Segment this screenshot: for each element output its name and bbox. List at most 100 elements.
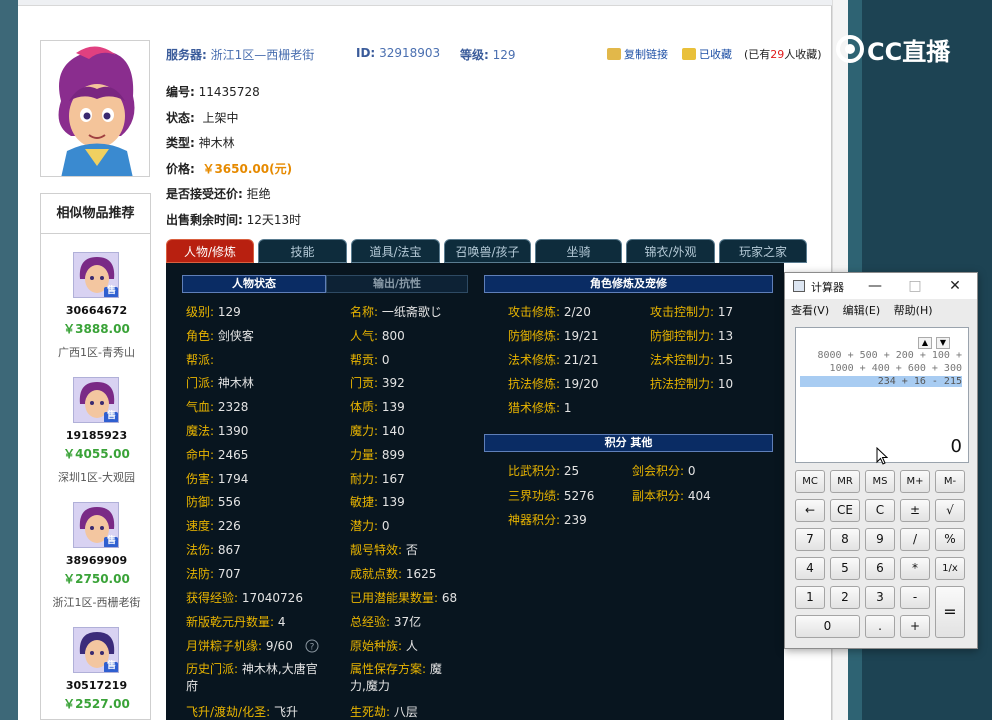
sell-badge: 售 — [106, 661, 116, 671]
calc-key[interactable]: 9 — [865, 528, 895, 551]
cultivation_left-label: 攻击修炼: — [508, 305, 561, 319]
calculator-titlebar[interactable]: 计算器 — □ ✕ — [785, 273, 977, 299]
stats-mid-label: 总经验: — [350, 615, 391, 629]
section-char-state[interactable]: 人物状态 — [182, 275, 326, 293]
calc-key[interactable]: ← — [795, 499, 825, 522]
minimize-button[interactable]: — — [865, 277, 885, 295]
tab-character[interactable]: 人物/修炼 — [166, 239, 254, 263]
stats-left-label: 新版乾元丹数量: — [186, 615, 275, 629]
maximize-button[interactable]: □ — [905, 277, 925, 295]
calc-key[interactable]: 4 — [795, 557, 825, 580]
calc-key[interactable]: . — [865, 615, 895, 638]
calc-key[interactable]: = — [935, 586, 965, 638]
cc-logo-icon — [835, 34, 865, 74]
id-value: 32918903 — [379, 46, 441, 60]
item-thumbnail[interactable]: 售 — [73, 502, 119, 548]
scroll-down-icon[interactable]: ▼ — [936, 337, 950, 349]
item-id[interactable]: 38969909 — [41, 554, 152, 567]
calc-key[interactable]: 6 — [865, 557, 895, 580]
calc-key[interactable]: + — [900, 615, 930, 638]
calc-key[interactable]: 2 — [830, 586, 860, 609]
history-line-3[interactable]: 234 + 16 - 215 — [800, 376, 962, 387]
calc-key[interactable]: MC — [795, 470, 825, 493]
calc-key[interactable]: 1/x — [935, 557, 965, 580]
tab-mounts[interactable]: 坐骑 — [535, 239, 622, 263]
copy-link-button[interactable]: 复制链接 — [607, 46, 668, 62]
item-thumbnail[interactable]: 售 — [73, 252, 119, 298]
cultivation_left-row: 防御修炼: 19/21 — [508, 327, 598, 344]
close-button[interactable]: ✕ — [945, 277, 965, 295]
stats-mid-value: 37亿 — [393, 615, 422, 629]
calc-key[interactable]: * — [900, 557, 930, 580]
scroll-up-icon[interactable]: ▲ — [918, 337, 932, 349]
points_right-row: 副本积分: 404 — [632, 487, 711, 504]
calc-key[interactable]: 0 — [795, 615, 860, 638]
calc-key[interactable]: 1 — [795, 586, 825, 609]
item-id[interactable]: 30517219 — [41, 679, 152, 692]
tab-pets[interactable]: 召唤兽/孩子 — [444, 239, 531, 263]
calc-key[interactable]: C — [865, 499, 895, 522]
help-icon[interactable]: ? — [305, 639, 319, 656]
calc-key[interactable]: MR — [830, 470, 860, 493]
stats-mid-row: 已用潜能果数量: 68 — [350, 589, 457, 606]
calc-key[interactable]: MS — [865, 470, 895, 493]
stats-left-row: 历史门派: 神木林,大唐官 — [186, 660, 318, 677]
item-server: 广西1区-青秀山 — [58, 346, 135, 359]
cultivation_left-row: 猎术修炼: 1 — [508, 399, 572, 416]
menu-view[interactable]: 查看(V) — [791, 304, 829, 317]
cultivation_right-value: 17 — [717, 305, 734, 319]
calc-key[interactable]: √ — [935, 499, 965, 522]
calc-key[interactable]: 5 — [830, 557, 860, 580]
stats-left-label: 速度: — [186, 519, 215, 533]
info-time: 出售剩余时间: 12天13时 — [166, 211, 301, 228]
price-label: 价格: — [166, 162, 195, 176]
tab-skills[interactable]: 技能 — [258, 239, 347, 263]
stats-mid-row: 力量: 899 — [350, 446, 405, 463]
calc-key[interactable]: 8 — [830, 528, 860, 551]
item-thumbnail[interactable]: 售 — [73, 377, 119, 423]
cultivation_left-row: 法术修炼: 21/21 — [508, 351, 598, 368]
calc-key[interactable]: 7 — [795, 528, 825, 551]
favorite-button[interactable]: 已收藏 — [682, 46, 732, 62]
stats-mid-value: 否 — [405, 543, 418, 557]
background-left — [0, 0, 18, 720]
item-id[interactable]: 30664672 — [41, 304, 152, 317]
status-value: 上架中 — [202, 111, 239, 125]
stats-left-value: 1390 — [217, 424, 249, 438]
points_left-value: 239 — [563, 513, 587, 527]
time-label: 出售剩余时间: — [166, 213, 243, 227]
item-thumbnail[interactable]: 售 — [73, 627, 119, 673]
number-value: 11435728 — [198, 85, 260, 99]
points_left-value: 5276 — [563, 488, 595, 503]
item-server: 浙江1区-西栅老街 — [52, 596, 141, 609]
item-id[interactable]: 19185923 — [41, 429, 152, 442]
menu-help[interactable]: 帮助(H) — [894, 304, 933, 317]
stats-left-label: 月饼粽子机缘: — [186, 639, 263, 653]
cultivation_right-value: 10 — [717, 377, 734, 391]
section-output-resist[interactable]: 输出/抗性 — [326, 275, 468, 293]
calc-key[interactable]: 3 — [865, 586, 895, 609]
page-top-border — [18, 0, 848, 6]
tab-items[interactable]: 道具/法宝 — [351, 239, 440, 263]
stats-mid-label: 帮贡: — [350, 353, 379, 367]
calc-key[interactable]: M+ — [900, 470, 930, 493]
price-value: ￥3650.00(元) — [202, 162, 293, 176]
cultivation_right-label: 攻击控制力: — [650, 305, 715, 319]
calc-key[interactable]: M- — [935, 470, 965, 493]
calc-key[interactable]: / — [900, 528, 930, 551]
calc-key[interactable]: - — [900, 586, 930, 609]
calc-key[interactable]: % — [935, 528, 965, 551]
bargain-value: 拒绝 — [246, 187, 271, 201]
stats-left-row: 级别: 129 — [186, 303, 241, 320]
stats-mid-row: 人气: 800 — [350, 327, 405, 344]
detail-tabs: 人物/修炼 技能 道具/法宝 召唤兽/孩子 坐骑 锦衣/外观 玩家之家 — [166, 239, 816, 263]
stats-left-label: 获得经验: — [186, 591, 239, 605]
stats-mid-label: 体质: — [350, 400, 379, 414]
stats-left-row: 魔法: 1390 — [186, 422, 248, 439]
menu-edit[interactable]: 编辑(E) — [843, 304, 881, 317]
tab-appearance[interactable]: 锦衣/外观 — [626, 239, 715, 263]
stats-mid-label: 成就点数: — [350, 567, 403, 581]
tab-home[interactable]: 玩家之家 — [719, 239, 807, 263]
calc-key[interactable]: CE — [830, 499, 860, 522]
calc-key[interactable]: ± — [900, 499, 930, 522]
